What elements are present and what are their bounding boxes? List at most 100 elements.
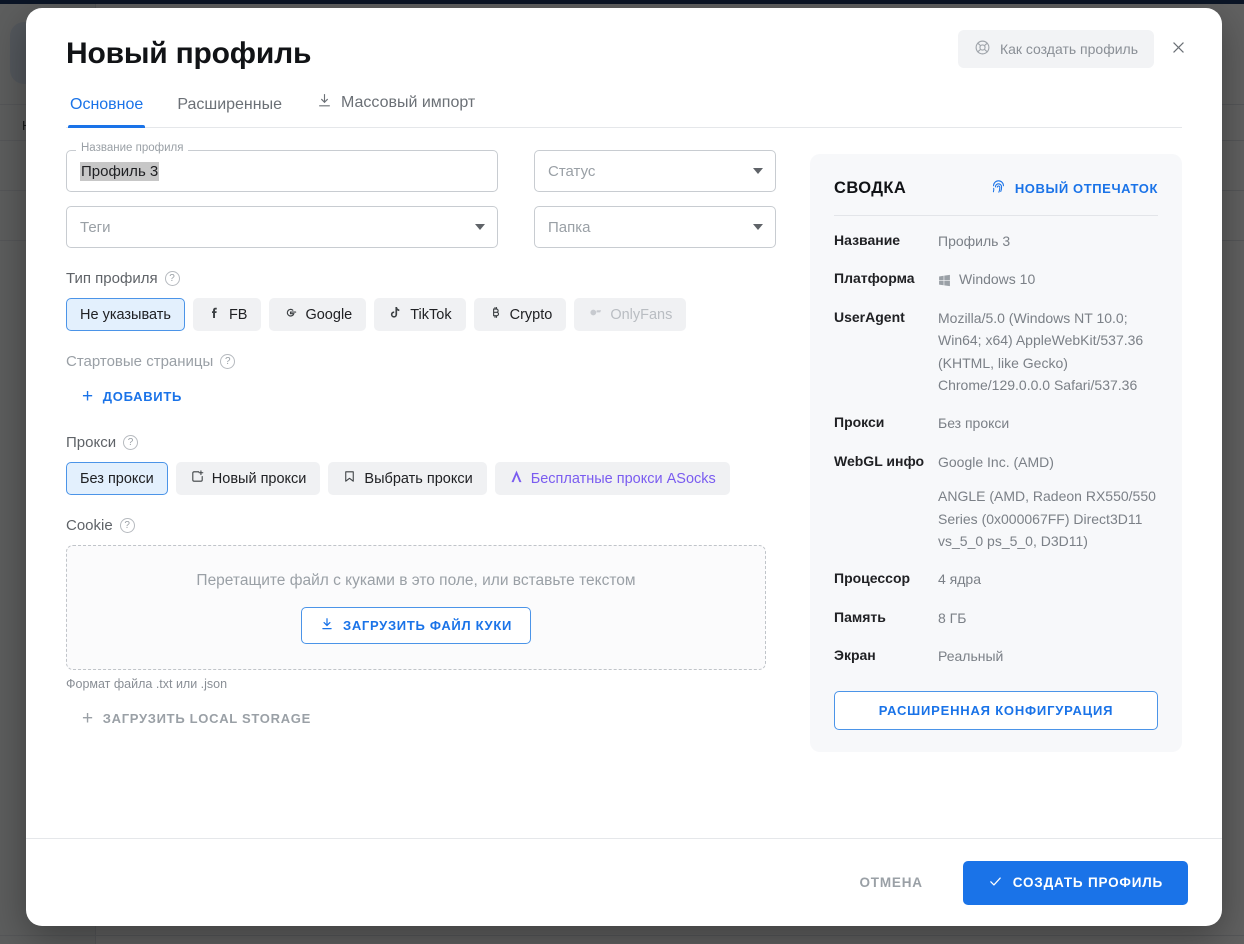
summary-value-line: Chrome/129.0.0.0 Safari/537.36 [938,376,1138,393]
dialog-header: Новый профиль Как создать профиль Основн… [26,8,1222,128]
how-to-create-profile-button[interactable]: Как создать профиль [957,30,1154,68]
profile-type-crypto[interactable]: Crypto [473,298,567,331]
upload-local-storage-label: ЗАГРУЗИТЬ LOCAL STORAGE [102,711,311,726]
profile-name-legend: Название профиля [76,142,189,155]
help-icon[interactable]: ? [123,435,139,450]
proxy-free-asocks-label: Бесплатные прокси ASocks [530,470,716,487]
new-fingerprint-button[interactable]: НОВЫЙ ОТПЕЧАТОК [990,178,1158,198]
help-icon[interactable]: ? [220,354,236,369]
download-icon [320,617,334,634]
profile-type-label: Тип профиля [66,270,158,287]
field-row-2: Теги Папка [66,206,776,248]
upload-cookie-file-button[interactable]: ЗАГРУЗИТЬ ФАЙЛ КУКИ [300,606,532,644]
summary-rows: Название Профиль 3 Платформа Windows 10 [834,216,1158,675]
proxy-label-row: Прокси ? [66,434,766,451]
tab-advanced[interactable]: Расширенные [175,92,284,127]
tab-bulk-import-label: Массовый импорт [341,94,476,111]
summary-key: Память [834,608,886,625]
dialog-footer: ОТМЕНА СОЗДАТЬ ПРОФИЛЬ [26,838,1222,926]
bookmark-icon [342,469,357,488]
chevron-down-icon [753,168,763,174]
summary-key: Процессор [834,570,911,587]
proxy-none-label: Без прокси [80,470,154,487]
proxy-select-label: Выбрать прокси [364,470,473,487]
summary-row: Прокси Без прокси [834,404,1158,442]
download-icon [316,92,333,114]
plus-icon: + [82,708,94,729]
cookie-label: Cookie [66,517,113,534]
tab-bulk-import[interactable]: Массовый импорт [314,88,477,127]
help-icon[interactable]: ? [119,518,135,533]
profile-type-fb[interactable]: FB [192,298,262,331]
start-pages-label-row: Стартовые страницы ? [66,353,766,370]
create-profile-label: СОЗДАТЬ ПРОФИЛЬ [1012,875,1163,890]
proxy-options: Без прокси Новый прокси Выбрать прокси Б… [66,462,766,495]
summary-key: UserAgent [834,308,905,325]
start-pages-label: Стартовые страницы [66,353,214,370]
dialog-body: Название профиля Профиль 3 Статус Теги П… [26,128,1222,838]
summary-key: Название [834,232,901,248]
proxy-select[interactable]: Выбрать прокси [328,462,487,495]
header-actions: Как создать профиль [957,30,1196,68]
add-start-page-button[interactable]: + ДОБАВИТЬ [78,381,186,412]
tab-basic[interactable]: Основное [68,92,146,128]
profile-type-none[interactable]: Не указывать [66,298,185,331]
profile-name-input[interactable]: Название профиля Профиль 3 [66,142,498,192]
summary-row: Процессор 4 ядра [834,560,1158,598]
summary-column: СВОДКА НОВЫЙ ОТПЕЧАТОК Название Профиль … [810,150,1182,838]
close-icon [1170,39,1187,59]
cookie-dropzone[interactable]: Перетащите файл с куками в это поле, или… [66,545,766,670]
proxy-new-label: Новый прокси [211,470,307,487]
proxy-none[interactable]: Без прокси [66,462,168,495]
field-row-1: Название профиля Профиль 3 Статус [66,142,776,192]
cookie-dropzone-text: Перетащите файл с куками в это поле, или… [196,571,636,589]
tags-select[interactable]: Теги [66,206,498,248]
lifebuoy-icon [974,39,991,59]
profile-type-tiktok[interactable]: TikTok [374,298,466,331]
summary-row: Название Профиль 3 [834,222,1158,260]
summary-key: Прокси [834,414,885,431]
google-icon [283,305,298,324]
status-select[interactable]: Статус [534,150,776,192]
chevron-down-icon [475,224,485,230]
close-dialog-button[interactable] [1160,31,1196,67]
proxy-label: Прокси [66,434,117,451]
help-icon[interactable]: ? [164,271,180,286]
summary-header: СВОДКА НОВЫЙ ОТПЕЧАТОК [834,178,1158,216]
asocks-icon [509,469,524,488]
summary-value-line: Series (0x000067FF) Direct3D11 [938,510,1143,527]
profile-type-onlyfans: OnlyFans [574,298,687,331]
advanced-configuration-button[interactable]: РАСШИРЕННАЯ КОНФИГУРАЦИЯ [834,691,1158,731]
summary-key: WebGL инфо [834,452,925,469]
create-profile-button[interactable]: СОЗДАТЬ ПРОФИЛЬ [962,860,1188,905]
tab-advanced-label: Расширенные [177,96,282,113]
upload-local-storage-button[interactable]: + ЗАГРУЗИТЬ LOCAL STORAGE [78,703,315,734]
form-column: Название профиля Профиль 3 Статус Теги П… [66,142,776,838]
summary-value-line: 4 ядра [938,571,981,588]
tiktok-icon [388,305,403,324]
summary-value: Windows 10 [938,268,1158,290]
add-start-page-label: ДОБАВИТЬ [102,389,183,404]
status-placeholder: Статус [548,162,596,180]
fingerprint-icon [990,178,1007,198]
proxy-free-asocks[interactable]: Бесплатные прокси ASocks [494,462,730,495]
onlyfans-icon [588,305,603,324]
folder-select[interactable]: Папка [534,206,776,248]
profile-name-value: Профиль 3 [80,161,160,181]
profile-type-google[interactable]: Google [269,298,367,331]
profile-type-label-row: Тип профиля ? [66,270,766,287]
cancel-button[interactable]: ОТМЕНА [846,863,937,902]
profile-type-fb-label: FB [228,306,248,323]
chevron-down-icon [753,224,763,230]
tags-placeholder: Теги [80,218,111,236]
summary-key: Экран [834,647,876,664]
summary-value: Профиль 3 [938,230,1158,252]
tab-basic-label: Основное [70,96,144,113]
dialog-tabs: Основное Расширенные Массовый импорт [66,88,1182,128]
summary-row: WebGL инфо Google Inc. (AMD) ANGLE (AMD,… [834,443,1158,561]
profile-type-crypto-label: Crypto [509,306,553,323]
windows-icon [938,272,951,287]
proxy-new[interactable]: Новый прокси [175,462,321,495]
bitcoin-icon [488,305,503,324]
